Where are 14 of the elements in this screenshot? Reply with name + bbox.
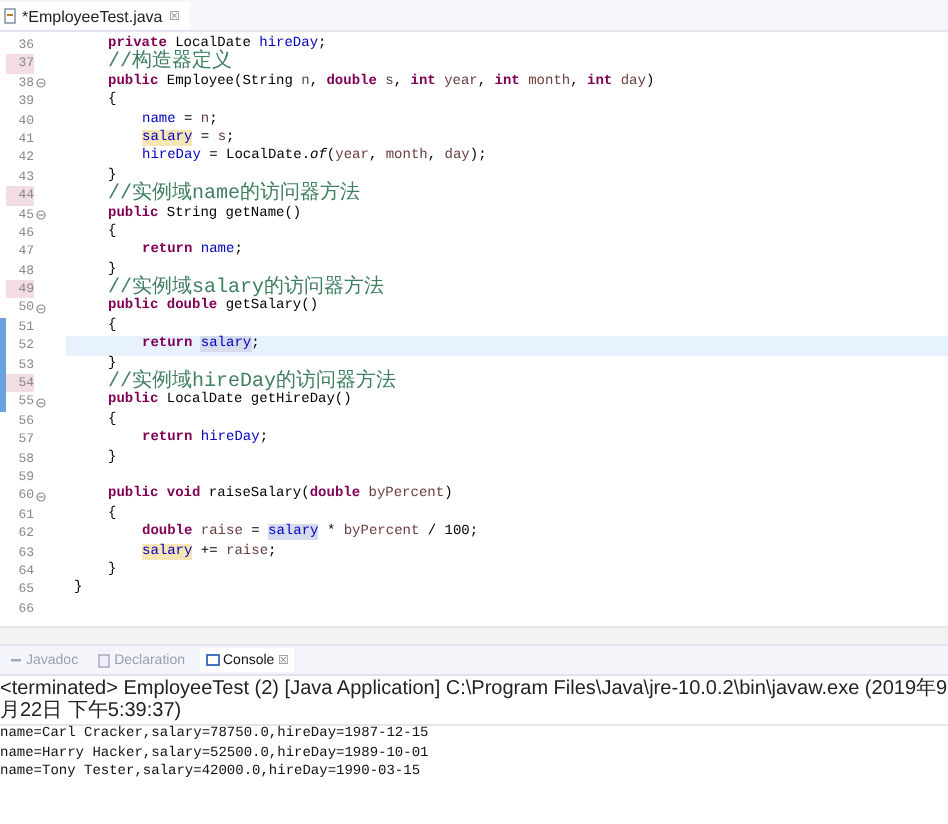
collapse-icon[interactable] [36, 77, 46, 88]
document-icon [98, 653, 111, 668]
monitor-icon [205, 654, 219, 667]
console-status: <terminated> EmployeeTest (2) [Java Application] C:\Program Files\Java\jre-10.0.2\bin\javaw.exe (2019年9月22日 下午5:39:37) [0, 676, 948, 727]
collapse-icon[interactable] [36, 209, 46, 220]
collapse-icon[interactable] [36, 303, 46, 314]
collapse-icon[interactable] [36, 491, 46, 502]
code-line: //构造器定义 [106, 54, 233, 74]
collapse-icon[interactable] [36, 397, 46, 408]
code-line: //实例域hireDay的访问器方法 [106, 374, 397, 393]
code-line: //实例域name的访问器方法 [106, 186, 361, 206]
code-line: //实例域salary的访问器方法 [106, 280, 385, 299]
horizontal-scrollbar[interactable] [0, 626, 948, 645]
java-file-icon [4, 8, 16, 24]
